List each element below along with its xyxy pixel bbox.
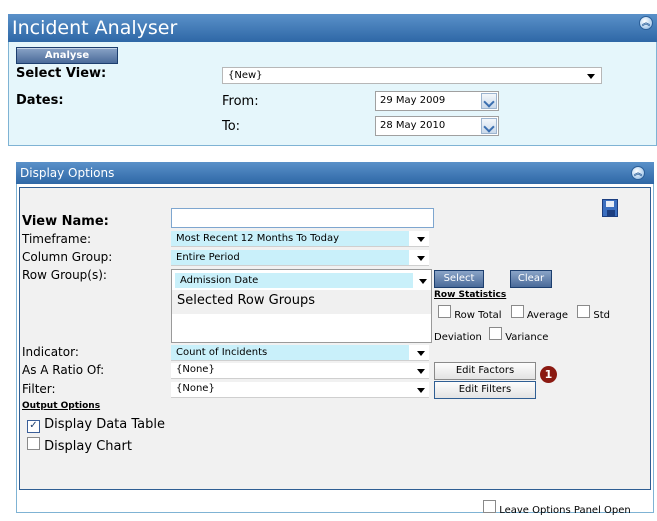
filter-value: {None} <box>176 383 215 394</box>
average-label: Average <box>526 310 568 321</box>
display-chart-label: Display Chart <box>44 439 132 454</box>
indicator-dropdown[interactable]: Count of Incidents <box>171 345 429 361</box>
std-label: Std <box>593 310 610 321</box>
chevron-down-icon <box>483 96 495 108</box>
save-disk-icon[interactable] <box>602 199 618 217</box>
std-deviation-checkbox[interactable] <box>577 305 591 318</box>
collapse-icon[interactable]: ︽ <box>639 16 653 30</box>
timeframe-value: Most Recent 12 Months To Today <box>171 231 409 246</box>
display-options-title: Display Options <box>20 166 115 180</box>
select-view-label: Select View: <box>16 66 107 81</box>
timeframe-dropdown[interactable]: Most Recent 12 Months To Today <box>171 231 429 247</box>
row-statistics-heading: Row Statistics <box>434 290 507 300</box>
callout-badge: 1 <box>540 366 557 383</box>
indicator-label: Indicator: <box>22 345 79 359</box>
view-name-input[interactable] <box>171 208 434 228</box>
dropdown-arrow-icon <box>417 369 425 374</box>
output-options-heading: Output Options <box>22 401 101 411</box>
to-date-value: 28 May 2010 <box>380 120 446 131</box>
app-title-bar: Incident Analyser <box>8 14 657 42</box>
from-date-value: 29 May 2009 <box>380 95 446 106</box>
to-date-picker-button[interactable] <box>481 118 497 134</box>
row-total-label: Row Total <box>454 310 502 321</box>
select-view-value: {New} <box>228 70 263 81</box>
analyse-button[interactable]: Analyse <box>16 47 118 64</box>
row-groups-box: Admission Date Selected Row Groups <box>171 269 432 343</box>
average-checkbox[interactable] <box>510 305 524 318</box>
collapse-icon[interactable]: ︽ <box>631 166 645 180</box>
leave-open-checkbox[interactable] <box>483 500 496 513</box>
chevron-down-icon <box>483 121 495 133</box>
dropdown-arrow-icon <box>417 237 425 242</box>
timeframe-label: Timeframe: <box>22 232 91 246</box>
leave-open-option: Leave Options Panel Open <box>483 500 631 516</box>
display-chart-option: Display Chart <box>27 437 132 454</box>
display-chart-checkbox[interactable] <box>27 437 40 450</box>
edit-filters-button[interactable]: Edit Filters <box>434 381 536 399</box>
dropdown-arrow-icon <box>419 279 427 284</box>
filter-label: Filter: <box>22 382 56 396</box>
from-date-picker-button[interactable] <box>481 93 497 109</box>
ratio-value: {None} <box>176 364 215 375</box>
selected-row-groups-list[interactable]: Selected Row Groups <box>172 290 431 314</box>
leave-open-label: Leave Options Panel Open <box>499 505 631 516</box>
deviation-label: Deviation <box>434 332 482 343</box>
filter-dropdown[interactable]: {None} <box>171 382 429 398</box>
row-groups-label: Row Group(s): <box>22 268 107 282</box>
dropdown-arrow-icon <box>587 74 595 79</box>
to-label: To: <box>222 119 241 134</box>
ratio-label: As A Ratio Of: <box>22 363 105 377</box>
row-total-checkbox[interactable] <box>438 305 451 318</box>
ratio-dropdown[interactable]: {None} <box>171 363 429 379</box>
dropdown-arrow-icon <box>417 351 425 356</box>
row-group-dropdown[interactable]: Admission Date <box>175 273 413 288</box>
display-options-header: Display Options <box>16 162 654 184</box>
column-group-value: Entire Period <box>171 250 409 265</box>
display-data-table-label: Display Data Table <box>44 417 165 432</box>
row-statistics-options-2: Deviation Variance <box>434 327 548 343</box>
row-statistics-options: Row Total Average Std <box>438 305 610 321</box>
column-group-label: Column Group: <box>22 250 113 264</box>
display-data-table-option: Display Data Table <box>27 417 165 433</box>
dropdown-arrow-icon <box>417 388 425 393</box>
indicator-value: Count of Incidents <box>171 345 409 360</box>
dropdown-arrow-icon <box>417 256 425 261</box>
view-name-label: View Name: <box>22 214 109 229</box>
dates-label: Dates: <box>16 93 64 108</box>
column-group-dropdown[interactable]: Entire Period <box>171 250 429 266</box>
select-button[interactable]: Select <box>434 270 484 288</box>
select-view-dropdown[interactable]: {New} <box>222 67 602 84</box>
from-label: From: <box>222 94 259 109</box>
clear-button[interactable]: Clear <box>510 270 552 288</box>
edit-factors-button[interactable]: Edit Factors <box>434 362 536 380</box>
variance-label: Variance <box>505 332 549 343</box>
variance-checkbox[interactable] <box>489 327 503 340</box>
display-data-table-checkbox[interactable] <box>27 420 40 433</box>
app-title: Incident Analyser <box>12 17 178 39</box>
